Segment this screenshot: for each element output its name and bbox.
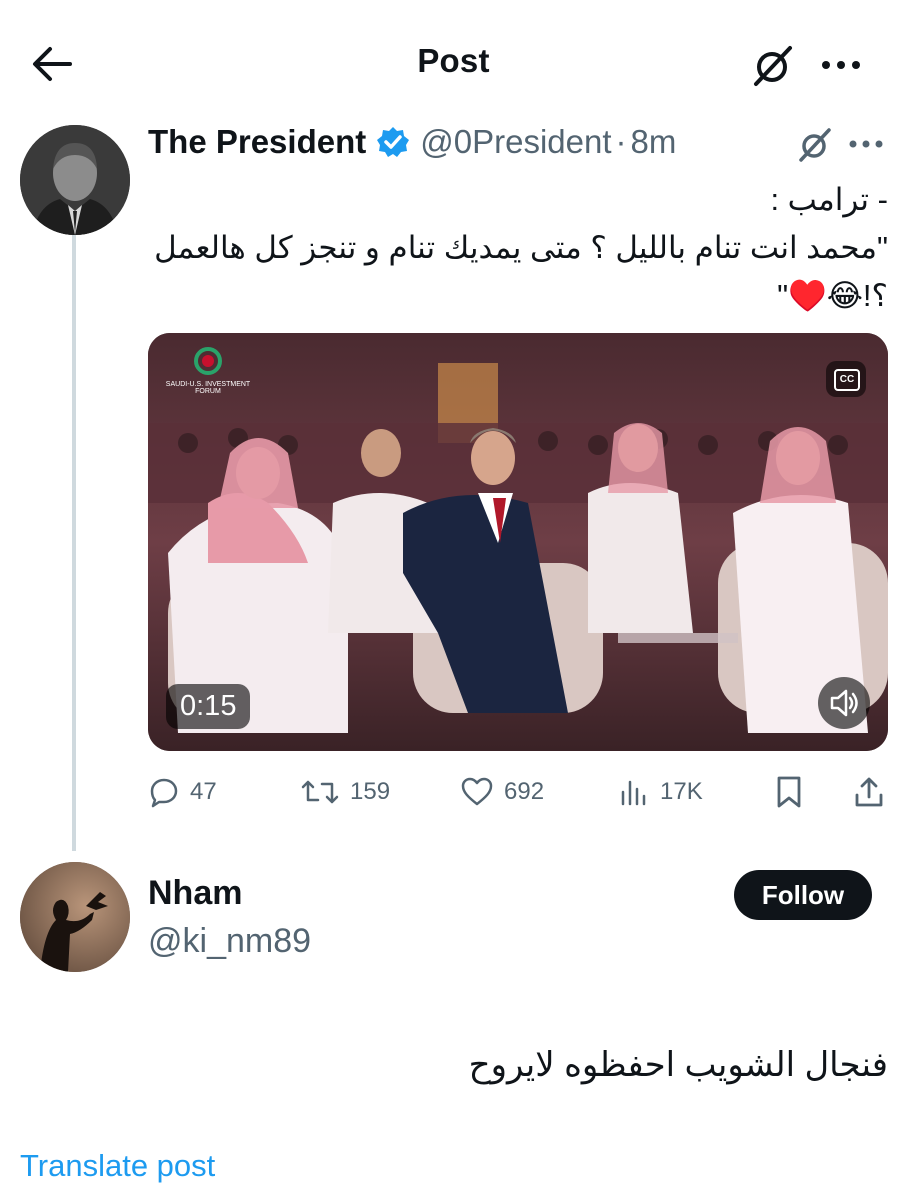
repost-count: 159 [350,778,391,805]
grok-button[interactable] [750,44,796,88]
tweet-more-button[interactable] [846,132,886,156]
grok-icon [799,128,831,162]
grok-icon [754,46,792,86]
avatar-image [20,862,130,972]
reply-avatar[interactable] [20,862,130,972]
views-chart-icon [621,780,646,806]
bookmark-button[interactable] [774,770,814,814]
follow-button[interactable]: Follow [734,870,872,920]
tweet-text: - ترامب : "محمد انت تنام بالليل ؟ متى يم… [154,182,888,313]
more-horizontal-icon [822,61,860,69]
avatar-image [20,125,130,235]
avatar[interactable] [20,125,130,235]
more-horizontal-icon [849,140,883,148]
reply-display-name[interactable]: Nham [148,874,242,913]
post-time[interactable]: 8m [631,123,677,161]
video-thumbnail [148,333,888,751]
reply-icon [150,778,178,808]
mute-button[interactable] [818,677,870,729]
share-icon [855,777,883,807]
view-count: 17K [660,778,703,805]
repost-button[interactable]: 159 [300,770,390,814]
author-display-name[interactable]: The President [148,123,366,161]
meta-separator: · [615,123,627,160]
reply-text: فنجال الشويب احفظوه لايروح [468,1046,888,1084]
more-options-button[interactable] [818,50,864,80]
bookmark-icon [777,776,801,808]
captions-icon: CC [834,369,860,391]
views-button[interactable]: 17K [618,770,703,814]
reply-button[interactable]: 47 [148,770,217,814]
verified-badge-icon [377,127,410,157]
reply-count: 47 [190,778,217,805]
translate-post-link[interactable]: Translate post [20,1148,215,1184]
forum-logo-caption: SAUDI-U.S. INVESTMENT FORUM [165,381,251,395]
captions-button[interactable]: CC [826,361,866,397]
video-player[interactable]: SAUDI-U.S. INVESTMENT FORUM CC 0:15 [148,333,888,751]
like-button[interactable]: 692 [460,770,544,814]
reply-handle[interactable]: @ki_nm89 [148,922,311,961]
share-button[interactable] [852,770,896,814]
like-count: 692 [504,778,545,805]
author-handle[interactable]: @0President [420,123,611,161]
video-duration: 0:15 [166,684,251,729]
tweet-actions: 47 159 692 17K [148,770,888,814]
thread-connector-line [72,235,76,851]
grok-explain-button[interactable] [796,126,834,164]
heart-icon [461,777,493,806]
repost-icon [301,780,339,804]
tweet-header: The President @0President · 8m [148,120,676,164]
speaker-muted-icon [830,689,858,717]
